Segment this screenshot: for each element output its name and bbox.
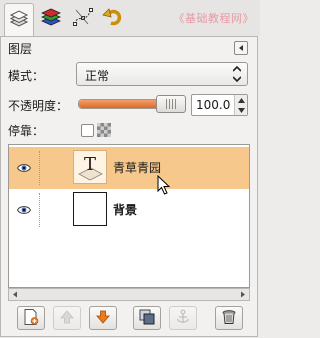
horizontal-scrollbar[interactable] — [8, 288, 250, 301]
dock-tab-bar: 《基础教程网》 — [0, 0, 260, 36]
text-tool-icon: T — [74, 154, 106, 186]
delete-layer-button[interactable] — [215, 306, 243, 330]
new-layer-button[interactable] — [17, 306, 45, 330]
tab-paths[interactable] — [68, 3, 98, 33]
channels-icon — [40, 7, 62, 30]
lock-label: 停靠： — [8, 124, 45, 138]
spin-arrows-icon[interactable] — [234, 95, 247, 115]
raise-layer-icon — [59, 309, 75, 328]
tab-channels[interactable] — [36, 3, 66, 33]
layer-name[interactable]: 青草青园 — [113, 159, 161, 176]
trash-icon — [221, 309, 237, 328]
chain-column-divider — [39, 193, 40, 227]
new-layer-icon — [22, 308, 40, 329]
raise-layer-button[interactable] — [53, 306, 81, 330]
paths-icon — [72, 6, 94, 31]
triangle-left-icon — [237, 41, 245, 55]
text-layer-thumbnail: T — [73, 150, 107, 184]
anchor-layer-button[interactable] — [169, 306, 197, 330]
opacity-slider-handle[interactable] — [156, 95, 186, 113]
layers-icon — [9, 9, 29, 32]
mode-value: 正常 — [85, 69, 110, 83]
eye-icon[interactable] — [16, 162, 32, 176]
layer-name[interactable]: 背景 — [113, 201, 137, 218]
chain-column-divider — [39, 151, 40, 185]
mode-label: 模式： — [8, 69, 45, 83]
lower-layer-button[interactable] — [89, 306, 117, 330]
background-layer-thumbnail — [73, 192, 107, 226]
opacity-value: 100.0 — [196, 98, 231, 112]
mouse-pointer-icon — [157, 174, 171, 198]
updown-arrows-icon — [233, 66, 241, 82]
panel-title: 图层 — [8, 42, 33, 56]
layer-row-background[interactable]: 背景 — [9, 189, 249, 231]
lock-alpha-checkbox[interactable] — [81, 124, 94, 137]
layer-list: T 青草青园 背景 — [8, 144, 250, 288]
tab-layers[interactable] — [4, 3, 34, 36]
tab-undo-history[interactable] — [98, 3, 128, 33]
eye-icon[interactable] — [16, 204, 32, 218]
anchor-icon — [175, 309, 191, 328]
scroll-right-icon[interactable] — [238, 290, 248, 299]
mode-select[interactable]: 正常 — [76, 62, 248, 86]
scroll-left-icon[interactable] — [10, 290, 20, 299]
duplicate-layer-button[interactable] — [133, 306, 161, 330]
panel-menu-button[interactable] — [234, 41, 248, 55]
opacity-spinbox[interactable]: 100.0 — [191, 94, 248, 116]
opacity-label: 不透明度： — [8, 99, 69, 113]
layer-row-text[interactable]: T 青草青园 — [9, 147, 249, 189]
watermark: 《基础教程网》 — [173, 12, 254, 25]
duplicate-layer-icon — [138, 308, 156, 329]
svg-text:T: T — [84, 154, 96, 175]
alpha-checker-icon — [97, 123, 111, 137]
undo-history-icon — [102, 6, 124, 31]
lower-layer-icon — [95, 309, 111, 328]
